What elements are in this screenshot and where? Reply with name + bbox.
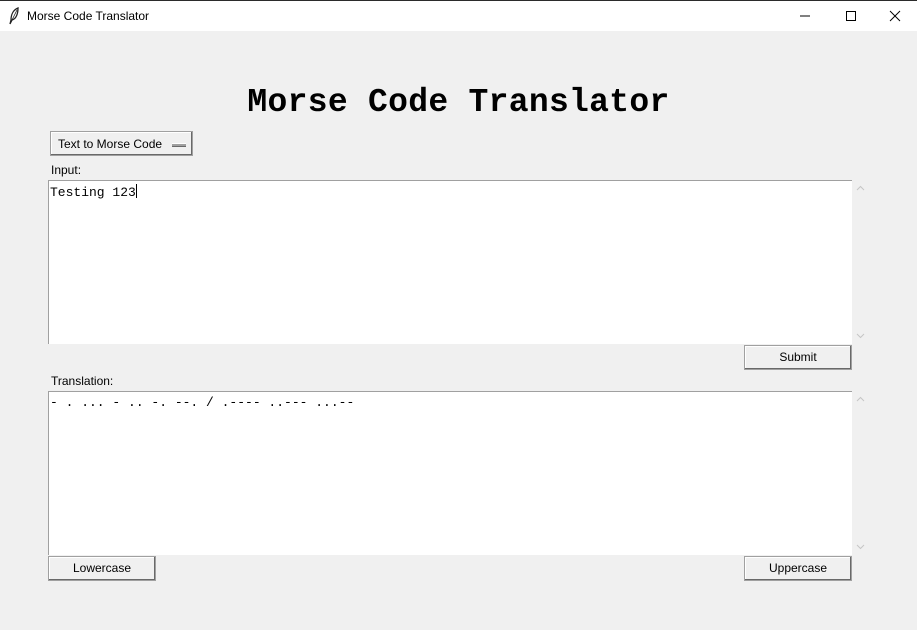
input-scrollbar[interactable]	[852, 180, 869, 344]
title-bar: Morse Code Translator	[0, 0, 917, 31]
input-text: Testing 123	[50, 185, 136, 200]
scroll-up-icon	[856, 396, 865, 402]
lowercase-button[interactable]: Lowercase	[48, 556, 156, 581]
submit-button[interactable]: Submit	[744, 345, 852, 370]
close-icon	[889, 10, 901, 22]
maximize-icon	[846, 11, 856, 21]
text-cursor	[135, 184, 137, 198]
window-title: Morse Code Translator	[27, 9, 150, 23]
uppercase-button[interactable]: Uppercase	[744, 556, 852, 581]
scroll-down-icon	[856, 333, 865, 339]
input-label: Input:	[51, 163, 82, 177]
maximize-button[interactable]	[828, 1, 874, 31]
translation-text: - . ... - .. -. --. / .---- ..--- ...--	[50, 395, 355, 410]
minimize-button[interactable]	[782, 1, 828, 31]
page-title: Morse Code Translator	[247, 84, 670, 121]
translation-scrollbar[interactable]	[852, 391, 869, 555]
translation-textbox[interactable]: - . ... - .. -. --. / .---- ..--- ...--	[48, 391, 852, 555]
minimize-icon	[800, 15, 810, 17]
scroll-up-icon	[856, 185, 865, 191]
scroll-down-icon	[856, 544, 865, 550]
dropdown-indicator-icon	[172, 143, 186, 147]
close-button[interactable]	[872, 1, 917, 31]
mode-menu-button[interactable]: Text to Morse Code	[50, 131, 193, 156]
translation-label: Translation:	[51, 374, 114, 388]
feather-icon	[8, 7, 20, 25]
input-textbox[interactable]: Testing 123	[48, 180, 852, 344]
mode-menu-label: Text to Morse Code	[58, 137, 163, 151]
